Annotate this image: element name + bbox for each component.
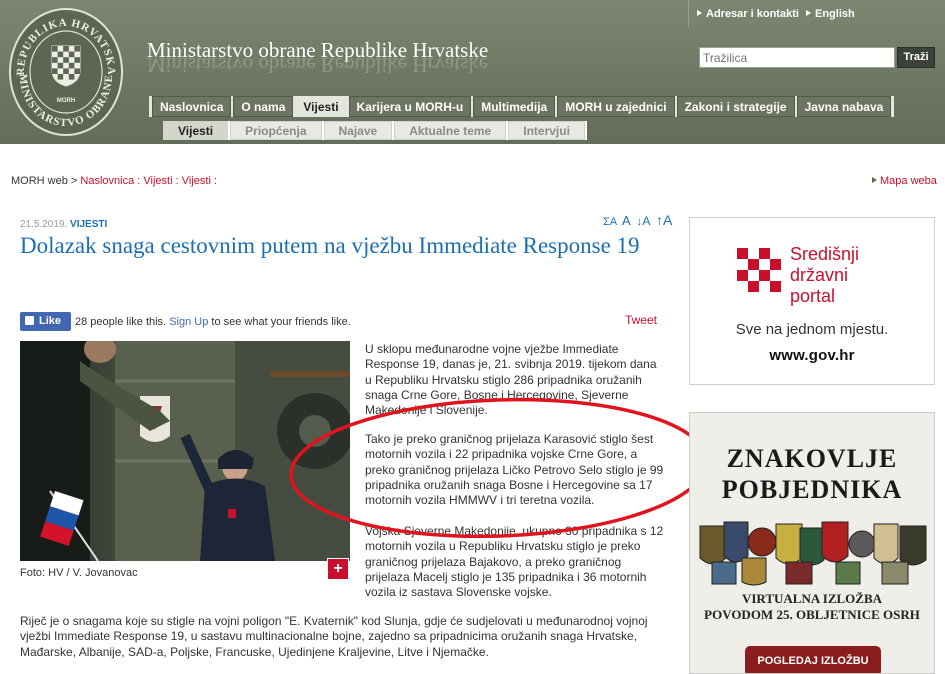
font-decrease-icon[interactable]: ↓A bbox=[636, 214, 650, 228]
nav-zakoni[interactable]: Zakoni i strategije bbox=[676, 96, 795, 117]
font-normal-icon[interactable]: A bbox=[622, 213, 631, 228]
arrow-right-icon bbox=[806, 10, 811, 16]
breadcrumb-vijesti-current[interactable]: Vijesti bbox=[182, 175, 211, 187]
subnav-najave[interactable]: Najave bbox=[323, 121, 393, 140]
nav-morh-u-zajednici[interactable]: MORH u zajednici bbox=[557, 96, 675, 117]
site-title-reflection: Ministarstvo obrane Republike Hrvatske bbox=[147, 53, 489, 77]
search-input[interactable] bbox=[699, 47, 895, 68]
article-paragraph: Tako je preko graničnog prijelaza Karaso… bbox=[365, 432, 664, 508]
article-photo[interactable] bbox=[20, 341, 350, 561]
article-date: 21.5.2019, bbox=[20, 219, 68, 230]
znakovlje-subtitle: VIRTUALNA IZLOŽBA POVODOM 25. OBLJETNICE… bbox=[704, 591, 920, 622]
breadcrumb-naslovnica[interactable]: Naslovnica bbox=[80, 175, 134, 187]
article-meta: 21.5.2019, VIJESTI bbox=[20, 219, 107, 230]
site-header: REPUBLIKA HRVATSKA MINISTARSTVO OBRANE M… bbox=[0, 0, 945, 144]
gov-checker-logo-icon bbox=[737, 248, 781, 292]
zoom-image-icon[interactable]: + bbox=[327, 558, 349, 580]
article-headline: Dolazak snaga cestovnim putem na vježbu … bbox=[20, 233, 640, 258]
nav-vijesti[interactable]: Vijesti bbox=[295, 96, 347, 117]
article-paragraph: Vojska Sjeverne Makedonije, ukupno 30 pr… bbox=[365, 524, 664, 600]
nav-karijera[interactable]: Karijera u MORH-u bbox=[348, 96, 472, 117]
arrow-right-icon bbox=[697, 10, 702, 16]
facebook-signup-link[interactable]: Sign Up bbox=[169, 316, 208, 328]
font-reset-icon[interactable]: ΣA bbox=[603, 216, 617, 228]
main-nav: Naslovnica O nama Vijesti Karijera u MOR… bbox=[149, 96, 895, 117]
znakovlje-banner[interactable]: ZNAKOVLJE POBJEDNIKA VIRTUALNA IZLOŽBA P… bbox=[689, 412, 935, 674]
search-button[interactable]: Traži bbox=[897, 47, 935, 68]
arrow-right-icon bbox=[872, 177, 877, 183]
article-paragraph: U sklopu međunarodne vojne vježbe Immedi… bbox=[365, 342, 657, 418]
morh-seal-logo[interactable]: REPUBLIKA HRVATSKA MINISTARSTVO OBRANE M… bbox=[8, 6, 124, 138]
font-size-tools: ΣA A ↓A ↑A bbox=[603, 212, 674, 228]
contacts-link[interactable]: Adresar i kontakti bbox=[697, 8, 799, 20]
croatian-coat-of-arms-icon bbox=[51, 45, 81, 87]
facebook-like-button[interactable]: Like bbox=[20, 312, 71, 331]
article-paragraph: Riječ je o snagama koje su stigle na voj… bbox=[20, 614, 648, 659]
facebook-like-text: 28 people like this. Sign Up to see what… bbox=[75, 316, 351, 328]
tweet-link[interactable]: Tweet bbox=[625, 313, 657, 327]
subnav-aktualne-teme[interactable]: Aktualne teme bbox=[394, 121, 507, 140]
site-map-link[interactable]: Mapa weba bbox=[872, 175, 937, 187]
gov-banner-url: www.gov.hr bbox=[769, 347, 855, 364]
nav-naslovnica[interactable]: Naslovnica bbox=[152, 96, 232, 117]
view-exhibition-button[interactable]: POGLEDAJ IZLOŽBU bbox=[745, 646, 881, 673]
sub-nav: Vijesti Priopćenja Najave Aktualne teme … bbox=[163, 121, 587, 140]
font-increase-icon[interactable]: ↑A bbox=[656, 212, 672, 228]
breadcrumb-vijesti[interactable]: Vijesti bbox=[143, 175, 172, 187]
nav-o-nama[interactable]: O nama bbox=[233, 96, 294, 117]
article-category[interactable]: VIJESTI bbox=[70, 219, 107, 230]
gov-banner-title: Središnji državni portal bbox=[790, 244, 860, 306]
seal-morh-label: MORH bbox=[57, 98, 75, 104]
unit-badges-image bbox=[699, 521, 927, 586]
nav-javna-nabava[interactable]: Javna nabava bbox=[796, 96, 892, 117]
znakovlje-title: ZNAKOVLJE POBJEDNIKA bbox=[721, 444, 903, 504]
gov-portal-banner[interactable]: Središnji državni portal Sve na jednom m… bbox=[689, 217, 935, 385]
breadcrumb-root[interactable]: MORH web bbox=[11, 175, 68, 187]
nav-multimedija[interactable]: Multimedija bbox=[473, 96, 556, 117]
subnav-priopcenja[interactable]: Priopćenja bbox=[230, 121, 322, 140]
gov-banner-subtitle: Sve na jednom mjestu. bbox=[735, 321, 889, 338]
english-link[interactable]: English bbox=[806, 8, 855, 20]
photo-caption: Foto: HV / V. Jovanovac bbox=[20, 567, 138, 579]
subnav-vijesti[interactable]: Vijesti bbox=[163, 121, 229, 140]
subnav-intervjui[interactable]: Intervjui bbox=[508, 121, 585, 140]
top-links: Adresar i kontakti English bbox=[688, 0, 945, 27]
thumbs-up-icon bbox=[25, 316, 34, 325]
breadcrumb: MORH web > Naslovnica : Vijesti : Vijest… bbox=[11, 175, 218, 187]
